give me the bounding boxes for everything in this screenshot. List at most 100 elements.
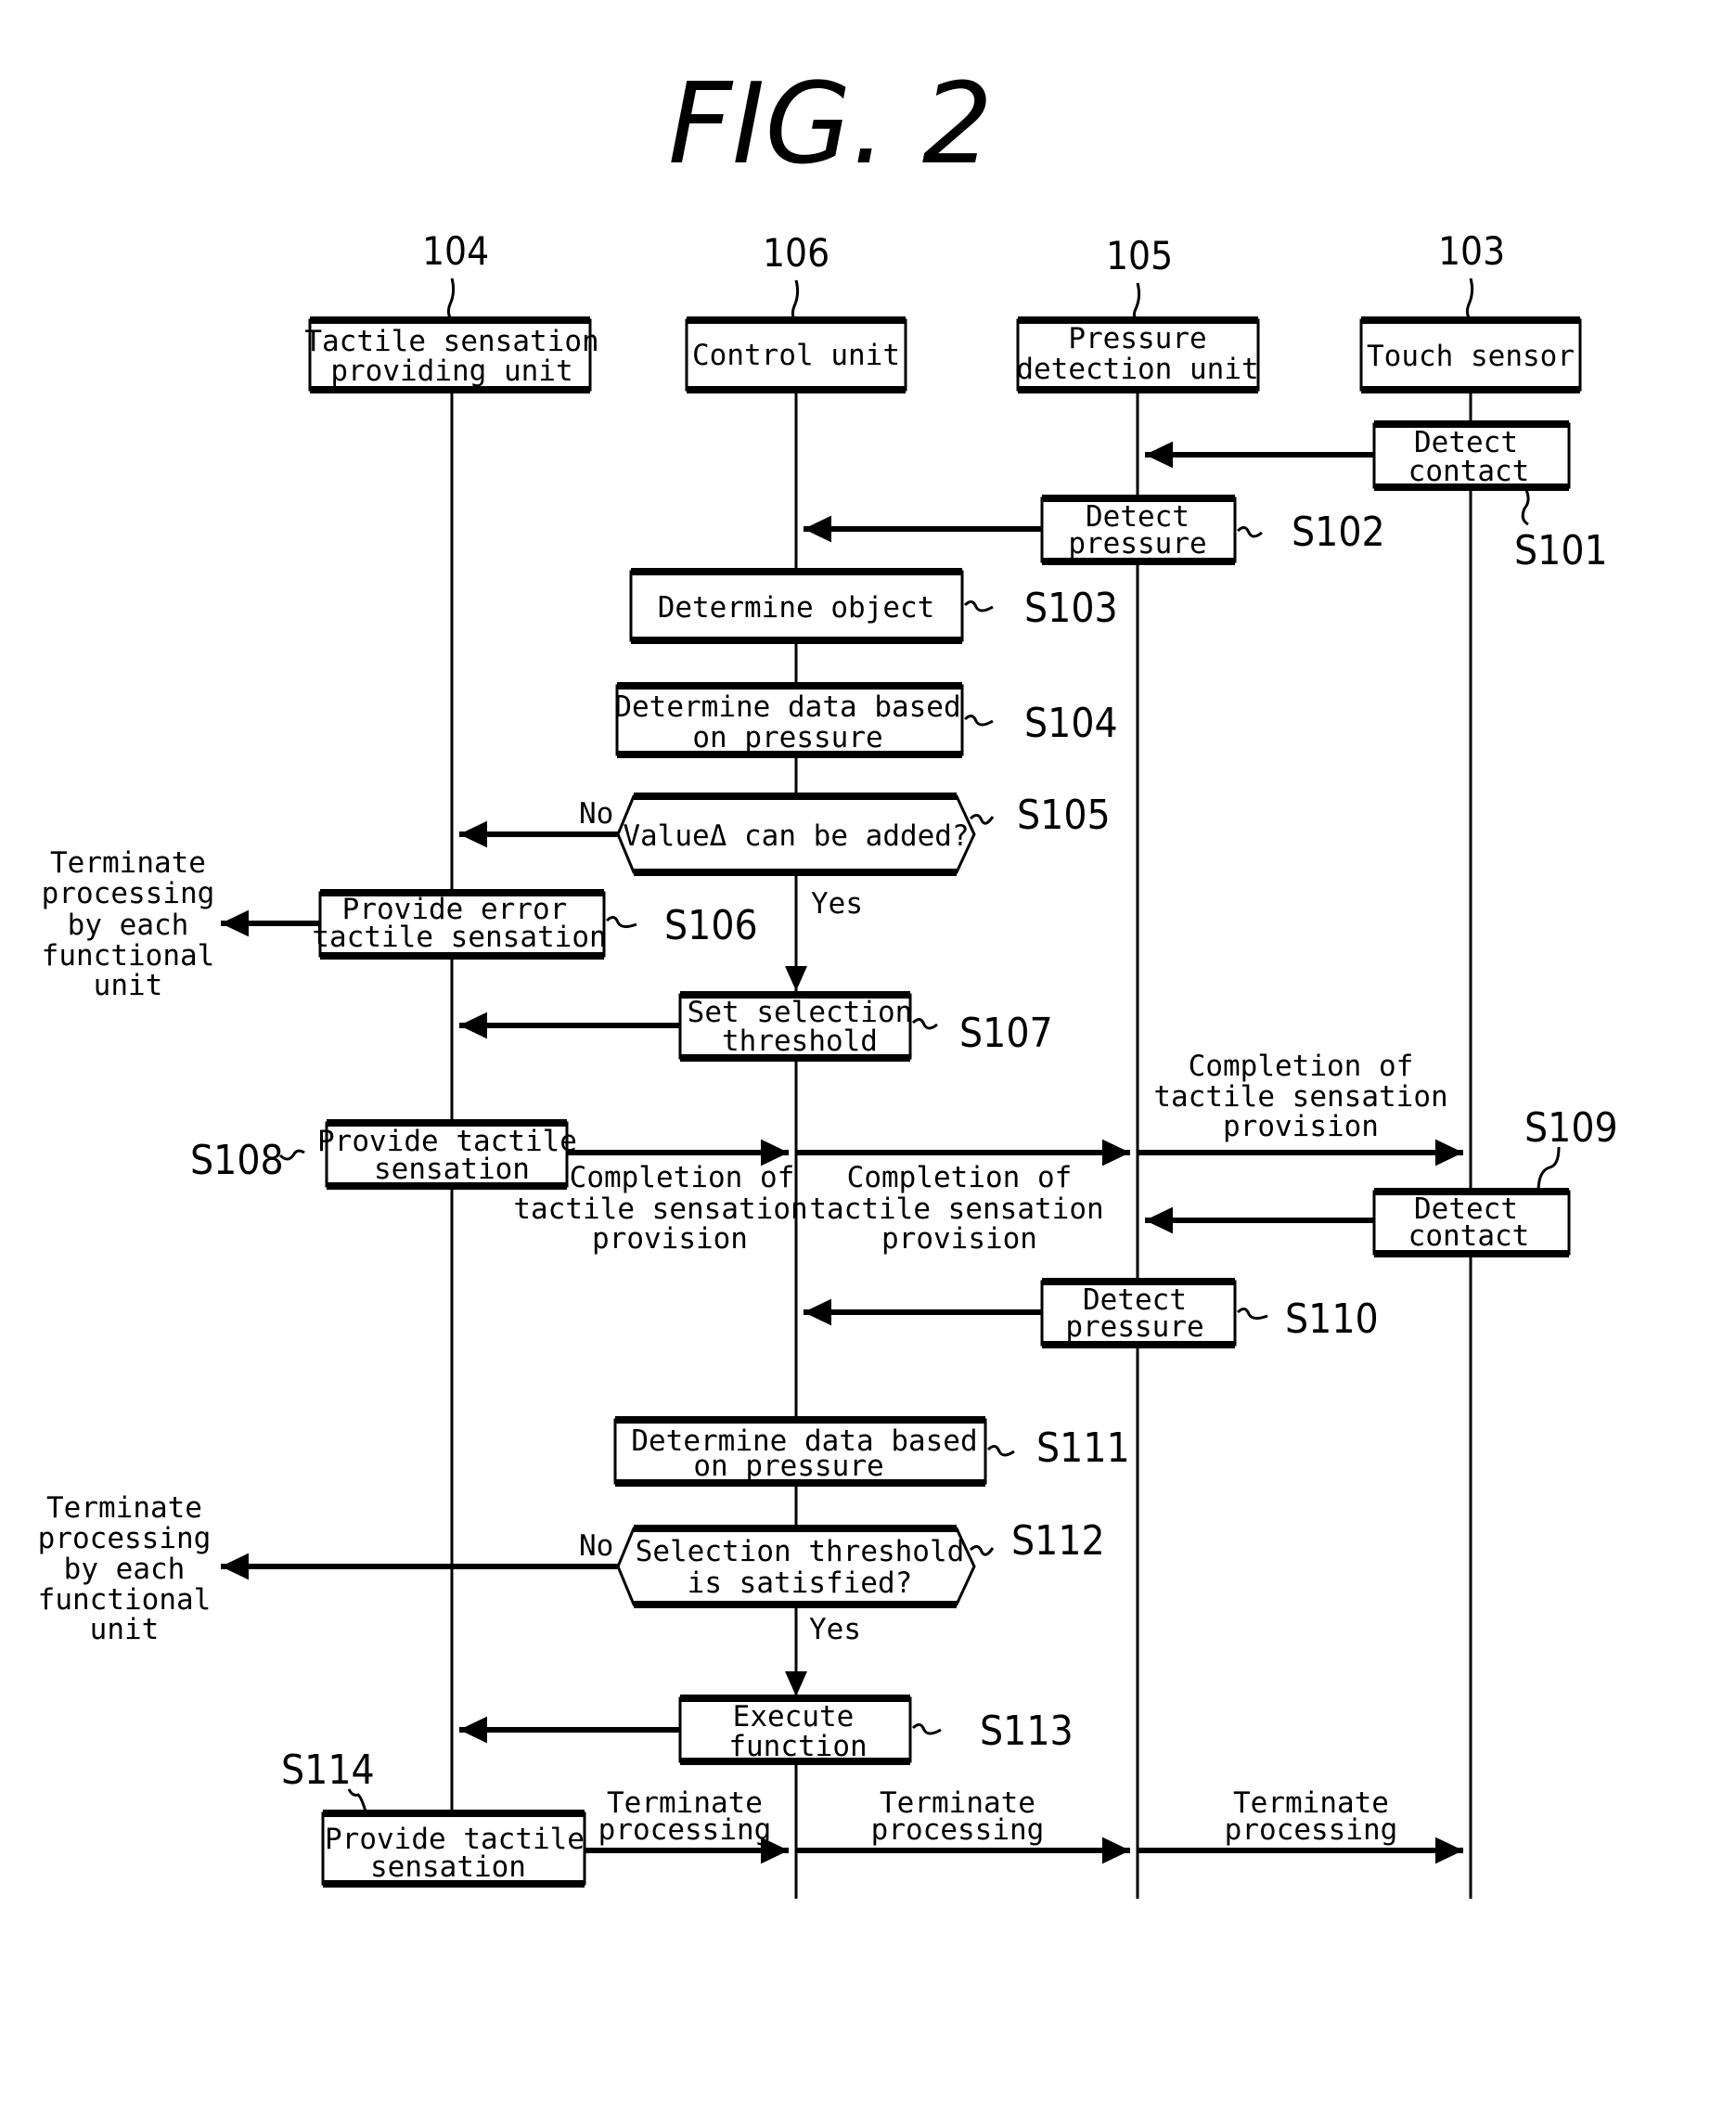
leader-s104 [963,715,994,727]
leader-s108 [278,1149,305,1161]
leader-s111 [986,1445,1015,1457]
svg-text:unit: unit [90,1613,160,1646]
leader-105 [1132,282,1141,324]
ref-105: 105 [1106,233,1173,278]
step-s109: Detect contact [1372,1188,1571,1257]
svg-text:tactile sensation: tactile sensation [312,921,606,954]
step-id-s113: S113 [980,1708,1074,1755]
figure-title: FIG. 2 [668,60,993,189]
leader-s107 [911,1018,938,1030]
lifeline-header-105: Pressure detection unit [1016,316,1260,393]
svg-text:tactile sensation: tactile sensation [809,1192,1103,1226]
step-id-s108: S108 [190,1137,284,1184]
step-s103: Determine object [629,568,964,644]
header-refs: 104 106 105 103 [422,228,1505,324]
svg-text:provision: provision [881,1222,1037,1256]
svg-text:Determine data based: Determine data based [614,690,960,724]
step-id-s104: S104 [1024,700,1118,747]
step-id-s102: S102 [1292,509,1385,556]
svg-text:tactile sensation: tactile sensation [1153,1080,1447,1114]
leader-s103 [963,600,994,612]
leader-106 [791,279,800,323]
svg-text:processing: processing [42,877,215,910]
step-s104: Determine data based on pressure [614,682,964,758]
step-s110: Detect pressure [1040,1278,1237,1348]
step-id-s103: S103 [1024,585,1118,632]
svg-text:Completion of: Completion of [847,1161,1073,1194]
decision-s105: ValueΔ can be added? [616,793,976,876]
svg-text:processing: processing [598,1813,772,1847]
lifeline-header-106: Control unit [685,316,907,393]
svg-text:Completion of: Completion of [570,1161,795,1194]
step-id-s114: S114 [281,1747,375,1794]
svg-text:provision: provision [1223,1110,1379,1143]
step-s114: Provide tactile sensation [321,1810,586,1888]
svg-text:on pressure: on pressure [693,1450,883,1483]
svg-text:Selection threshold: Selection threshold [636,1535,965,1568]
svg-text:Execute: Execute [733,1700,855,1734]
svg-text:Tactile sensation: Tactile sensation [304,325,598,358]
lifeline-header-103: Touch sensor [1359,316,1582,393]
svg-text:processing: processing [871,1813,1045,1847]
svg-text:functional: functional [42,939,215,973]
step-s101: Detect contact [1372,420,1571,491]
leader-s102 [1236,526,1263,538]
step-id-s109: S109 [1524,1104,1618,1152]
svg-text:pressure: pressure [1068,527,1206,561]
s112-yes-label: Yes [809,1613,861,1646]
terminate-note-105: Terminate processing [871,1786,1045,1847]
svg-text:Control unit: Control unit [692,339,900,372]
svg-text:Terminate: Terminate [46,1491,202,1525]
svg-text:providing unit: providing unit [330,354,572,388]
svg-text:function: function [728,1730,867,1763]
step-s113: Execute function [678,1695,912,1765]
step-s107: Set selection threshold [678,991,912,1062]
svg-text:functional: functional [38,1583,212,1617]
sequence-diagram: FIG. 2 104 106 105 103 Tactile sensation… [38,60,1618,1899]
svg-text:provision: provision [592,1222,748,1256]
step-id-s111: S111 [1036,1424,1130,1472]
step-s102: Detect pressure [1040,495,1237,565]
svg-text:contact: contact [1408,1219,1530,1253]
s112-no-label: No [579,1529,613,1563]
svg-text:contact: contact [1408,455,1530,488]
completion-note-103: Completion of tactile sensation provisio… [1153,1050,1447,1143]
lifeline-header-104: Tactile sensation providing unit [304,316,599,393]
step-s108: Provide tactile sensation [317,1119,577,1190]
step-id-s101: S101 [1514,527,1608,574]
step-id-s105: S105 [1017,792,1111,839]
svg-text:ValueΔ can be added?: ValueΔ can be added? [623,819,969,853]
svg-text:by each: by each [68,909,189,942]
svg-text:Pressure: Pressure [1068,322,1206,355]
svg-text:Touch sensor: Touch sensor [1367,340,1575,373]
svg-text:on pressure: on pressure [692,721,882,754]
svg-text:sensation: sensation [370,1850,526,1884]
svg-text:detection unit: detection unit [1016,353,1258,386]
leader-s106 [605,916,637,929]
svg-text:sensation: sensation [374,1153,530,1186]
step-s111: Determine data based on pressure [613,1416,987,1487]
step-id-s110: S110 [1285,1295,1379,1343]
ref-103: 103 [1438,228,1505,274]
svg-text:unit: unit [94,969,163,1002]
leader-103 [1465,277,1474,321]
leader-s109 [1537,1146,1561,1192]
svg-text:processing: processing [1225,1813,1398,1847]
ref-104: 104 [422,228,489,274]
terminate-note-106: Terminate processing [598,1786,772,1847]
leader-s112 [969,1545,995,1556]
s105-no-label: No [579,797,613,831]
terminate-note-103: Terminate processing [1225,1786,1398,1847]
leader-104 [446,277,456,321]
step-id-s107: S107 [959,1010,1053,1057]
svg-text:by each: by each [64,1553,186,1586]
leader-s110 [1236,1308,1268,1321]
terminate-each-note-1: Terminate processing by each functional … [42,846,215,1002]
leader-s101 [1521,489,1530,526]
step-id-s112: S112 [1011,1517,1105,1565]
svg-text:Terminate: Terminate [50,846,206,880]
s105-yes-label: Yes [811,887,863,921]
leader-s113 [911,1723,942,1735]
svg-text:threshold: threshold [722,1025,878,1058]
ref-106: 106 [763,230,829,276]
